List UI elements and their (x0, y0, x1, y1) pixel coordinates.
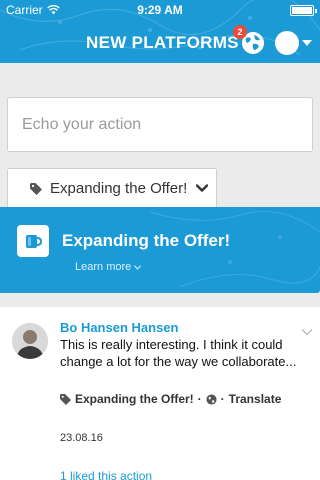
learn-more-link[interactable]: Learn more (75, 261, 142, 273)
post-meta: Expanding the Offer! · · Translate (60, 392, 281, 406)
learn-more-label: Learn more (75, 261, 132, 273)
post-tag[interactable]: Expanding the Offer! (75, 392, 194, 406)
tag-icon (60, 393, 71, 405)
status-time: 9:29 AM (137, 3, 183, 17)
author-name[interactable]: Bo Hansen Hansen (60, 320, 178, 335)
action-input[interactable] (8, 98, 312, 151)
separator: · (220, 392, 225, 406)
user-avatar[interactable] (275, 31, 299, 55)
banner-title: Expanding the Offer! (62, 231, 231, 250)
globe-icon (206, 393, 217, 405)
chevron-down-icon (196, 184, 209, 192)
composer (7, 97, 313, 152)
notification-badge[interactable]: 2 (233, 25, 247, 39)
chevron-down-icon[interactable] (302, 40, 312, 46)
chevron-down-icon[interactable] (301, 328, 313, 336)
battery-icon (290, 5, 317, 16)
likes-link[interactable]: 1 liked this action (60, 469, 152, 480)
tag-filter-label: Expanding the Offer! (50, 180, 188, 197)
mug-icon (17, 225, 49, 257)
status-bar: Carrier 9:29 AM (0, 0, 320, 20)
separator: · (197, 392, 202, 406)
post-date: 23.08.16 (60, 432, 103, 444)
chevron-down-icon (134, 264, 142, 270)
post-text: This is really interesting. I think it c… (60, 337, 297, 369)
feed-item: Bo Hansen Hansen This is really interest… (0, 307, 320, 480)
author-avatar[interactable] (12, 323, 48, 359)
tag-icon (30, 182, 42, 195)
topic-banner: Expanding the Offer! Learn more (0, 207, 320, 293)
translate-link[interactable]: Translate (229, 392, 282, 406)
top-bar: Carrier 9:29 AM NEW PLATFORMS 2 (0, 0, 320, 63)
tag-filter-dropdown[interactable]: Expanding the Offer! (7, 168, 217, 208)
page-title: NEW PLATFORMS (86, 33, 239, 52)
